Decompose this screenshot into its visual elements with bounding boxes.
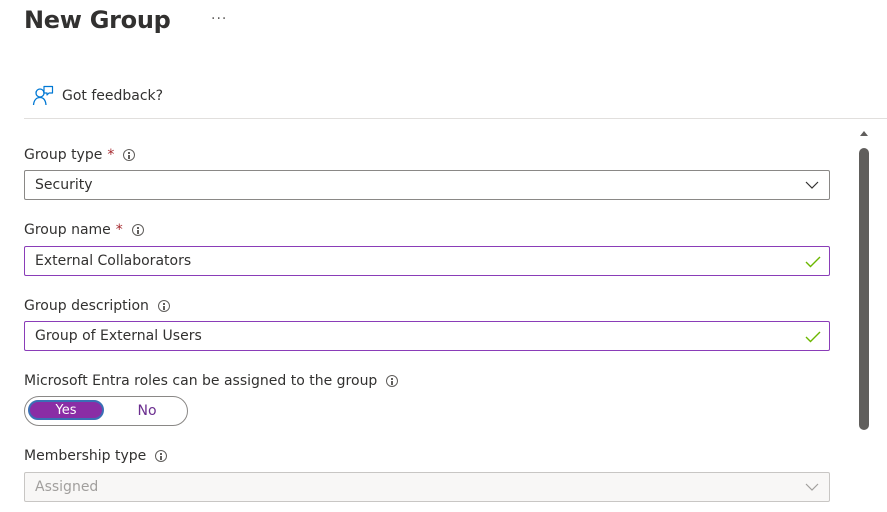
info-icon[interactable] [131,224,144,236]
entra-roles-label: Microsoft Entra roles can be assigned to… [24,373,399,389]
info-icon[interactable] [386,375,399,387]
group-type-dropdown[interactable]: Security [24,170,830,200]
group-description-label-text: Group description [24,298,149,314]
group-name-label: Group name * [24,222,144,238]
chevron-down-icon [805,181,819,189]
membership-type-label-text: Membership type [24,448,147,464]
feedback-label: Got feedback? [62,88,164,104]
entra-roles-toggle[interactable]: Yes No [24,396,188,426]
chevron-down-icon [805,483,819,491]
check-icon [805,331,821,343]
feedback-icon [32,85,54,107]
info-icon[interactable] [155,450,168,462]
group-name-label-text: Group name [24,222,111,238]
membership-type-value: Assigned [35,479,99,495]
group-name-value: External Collaborators [35,253,192,269]
toggle-yes-option[interactable]: Yes [28,400,104,420]
required-marker: * [115,222,123,238]
more-options-button[interactable]: ··· [211,11,227,27]
group-description-value: Group of External Users [35,328,202,344]
toggle-no-option[interactable]: No [109,400,185,422]
info-icon[interactable] [123,149,136,161]
membership-type-dropdown[interactable]: Assigned [24,472,830,502]
got-feedback-button[interactable]: Got feedback? [32,84,163,108]
required-marker: * [107,147,115,163]
membership-type-label: Membership type [24,448,168,464]
scrollbar-thumb[interactable] [859,148,869,430]
group-description-input[interactable]: Group of External Users [24,321,830,351]
check-icon [805,256,821,268]
toolbar-divider [24,118,887,119]
entra-roles-label-text: Microsoft Entra roles can be assigned to… [24,373,378,389]
group-type-label-text: Group type [24,147,103,163]
group-name-input[interactable]: External Collaborators [24,246,830,276]
group-type-value: Security [35,177,93,193]
info-icon[interactable] [157,300,170,312]
scroll-up-arrow-icon[interactable] [859,129,869,137]
page-title: New Group [24,6,171,34]
group-type-label: Group type * [24,147,136,163]
group-description-label: Group description [24,298,170,314]
